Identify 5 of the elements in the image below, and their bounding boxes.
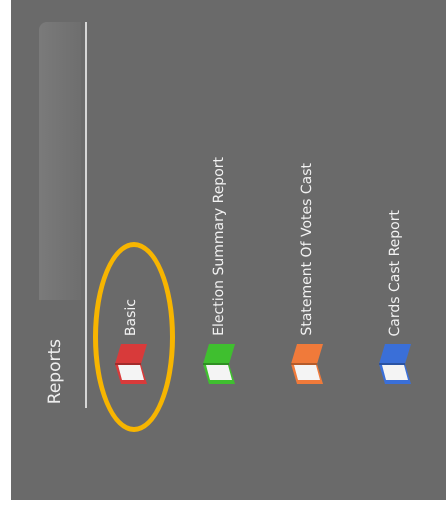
report-link[interactable]: Statement Of Votes Cast: [296, 163, 318, 336]
panel-title: Reports: [44, 338, 66, 404]
report-link[interactable]: Election Summary Report: [208, 157, 230, 336]
report-link[interactable]: Basic: [120, 298, 142, 336]
report-link[interactable]: Cards Cast Report: [384, 210, 406, 336]
